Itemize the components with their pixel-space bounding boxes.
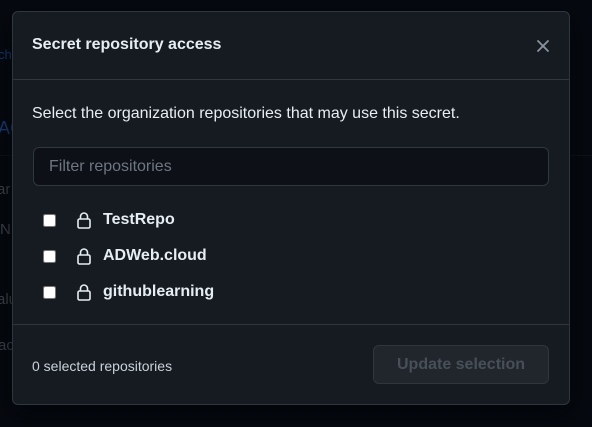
repository-checkbox[interactable]	[43, 285, 56, 299]
repository-name: TestRepo	[103, 211, 175, 228]
lock-icon	[75, 246, 93, 266]
repository-item[interactable]: TestRepo	[43, 202, 443, 238]
repository-list: TestRepo ADWeb.cloud githublearning	[43, 202, 443, 310]
lock-icon	[75, 282, 93, 302]
close-button[interactable]	[531, 34, 555, 58]
selected-count: 0 selected repositories	[32, 358, 173, 374]
repository-name: githublearning	[103, 283, 215, 300]
filter-repositories-input[interactable]	[33, 147, 549, 186]
dialog-footer: 0 selected repositories Update selection	[13, 324, 569, 406]
close-icon	[537, 40, 549, 52]
secret-repository-access-dialog: Secret repository access Select the orga…	[12, 11, 570, 405]
dialog-header: Secret repository access	[13, 12, 569, 80]
lock-icon	[75, 210, 93, 230]
update-selection-button[interactable]: Update selection	[373, 345, 549, 384]
dialog-title: Secret repository access	[32, 36, 222, 53]
repository-checkbox[interactable]	[43, 213, 56, 227]
repository-name: ADWeb.cloud	[103, 247, 207, 264]
dialog-description: Select the organization repositories tha…	[32, 105, 460, 122]
repository-item[interactable]: githublearning	[43, 274, 443, 310]
repository-item[interactable]: ADWeb.cloud	[43, 238, 443, 274]
repository-checkbox[interactable]	[43, 249, 56, 263]
